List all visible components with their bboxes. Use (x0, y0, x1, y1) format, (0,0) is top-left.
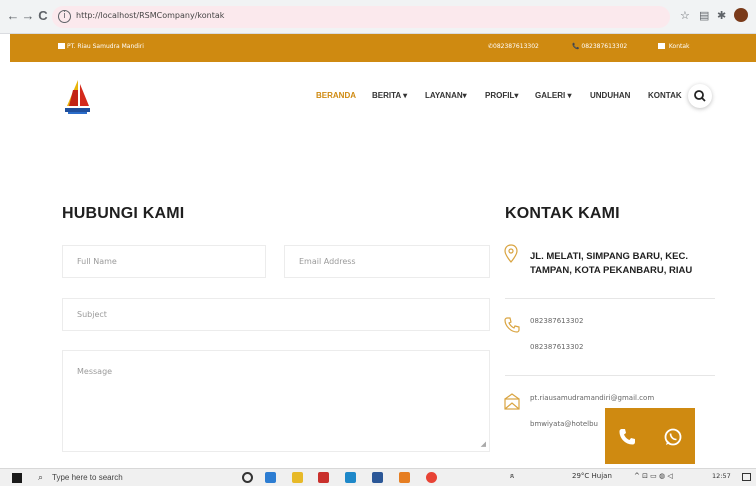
extensions-icon[interactable]: ✱ (717, 9, 726, 22)
weather-status[interactable]: 29°C Hujan (572, 472, 612, 480)
nav-beranda[interactable]: BERANDA (316, 91, 356, 100)
whatsapp-button-icon[interactable] (663, 427, 683, 447)
message-textarea[interactable]: Message ◢ (62, 350, 490, 452)
address-bar[interactable]: i http://localhost/RSMCompany/kontak (52, 6, 670, 28)
edge-icon[interactable] (345, 472, 356, 483)
contact-title: KONTAK KAMI (505, 205, 620, 222)
mail-icon (658, 43, 665, 49)
forward-icon[interactable]: → (21, 8, 35, 23)
search-icon: ⌕ (38, 472, 44, 482)
screen: ← → C i http://localhost/RSMCompany/kont… (0, 0, 756, 486)
reader-icon[interactable]: ▤ (699, 9, 709, 22)
nav-layanan[interactable]: LAYANAN▾ (425, 91, 467, 100)
profile-avatar[interactable] (734, 8, 748, 22)
location-pin-icon (504, 244, 518, 263)
address-line-2: TAMPAN, KOTA PEKANBARU, RIAU (530, 265, 693, 276)
nav-kontak[interactable]: KONTAK (648, 91, 682, 100)
windows-start-icon[interactable] (12, 473, 22, 483)
subject-placeholder: Subject (77, 310, 107, 319)
contact-email-1[interactable]: pt.riausamudramandiri@gmail.com (530, 394, 654, 402)
message-placeholder: Message (77, 367, 113, 376)
company-name: PT. Riau Samudra Mandiri (58, 43, 144, 50)
fullname-placeholder: Full Name (77, 257, 117, 266)
subject-input[interactable]: Subject (62, 298, 490, 331)
floating-contact-buttons (605, 408, 695, 464)
address-line-1: JL. MELATI, SIMPANG BARU, KEC. (530, 251, 688, 262)
word-icon[interactable] (372, 472, 383, 483)
site-info-icon[interactable]: i (58, 10, 71, 23)
tray-icons[interactable]: ^ ⊡ ▭ ◍ ◁ (634, 472, 673, 480)
browser-toolbar: ← → C i http://localhost/RSMCompany/kont… (0, 0, 756, 34)
search-button[interactable] (688, 84, 712, 108)
kontak-link[interactable]: Kontak (658, 43, 690, 50)
nav-galeri[interactable]: GALERI ▾ (535, 91, 571, 100)
form-title: HUBUNGI KAMI (62, 205, 185, 222)
email-placeholder: Email Address (299, 257, 356, 266)
divider (505, 298, 715, 299)
building-icon (58, 43, 65, 49)
clock[interactable]: 12:57 (712, 472, 731, 480)
phone-number[interactable]: 📞 082387613302 (572, 43, 627, 50)
url-text: http://localhost/RSMCompany/kontak (76, 11, 225, 20)
search-icon (694, 90, 706, 102)
kontak-link-text: Kontak (668, 43, 690, 50)
app-icon[interactable] (318, 472, 329, 483)
app-icon[interactable] (399, 472, 410, 483)
whatsapp-number[interactable]: ✆082387613302 (488, 43, 539, 50)
nav-berita[interactable]: BERITA ▾ (372, 91, 407, 100)
back-icon[interactable]: ← (6, 8, 20, 23)
email-input[interactable]: Email Address (284, 245, 490, 278)
call-button-icon[interactable] (618, 428, 636, 446)
nav-unduhan[interactable]: UNDUHAN (590, 91, 630, 100)
nav-profil[interactable]: PROFIL▾ (485, 91, 518, 100)
taskbar-search[interactable]: ⌕ Type here to search (34, 470, 234, 486)
divider (505, 375, 715, 376)
taskbar-search-text: Type here to search (52, 473, 123, 482)
notification-icon[interactable] (742, 473, 751, 481)
top-info-bar: PT. Riau Samudra Mandiri ✆082387613302 📞… (10, 34, 756, 62)
cortana-icon[interactable] (242, 472, 253, 483)
contact-phone-2[interactable]: 082387613302 (530, 343, 583, 351)
chrome-icon[interactable] (426, 472, 437, 483)
star-icon[interactable]: ☆ (680, 9, 690, 22)
people-icon[interactable]: ጸ (510, 472, 514, 481)
reload-icon[interactable]: C (36, 8, 50, 23)
contact-email-2[interactable]: bmwiyata@hotelbu (530, 420, 598, 428)
contact-phone-1[interactable]: 082387613302 (530, 317, 583, 325)
phone-icon (504, 317, 520, 333)
company-logo[interactable] (62, 78, 92, 116)
envelope-icon (504, 393, 520, 410)
company-name-text: PT. Riau Samudra Mandiri (67, 43, 144, 50)
task-view-icon[interactable] (265, 472, 276, 483)
whatsapp-number-text: 082387613302 (493, 43, 539, 50)
resize-handle-icon[interactable]: ◢ (481, 440, 486, 448)
fullname-input[interactable]: Full Name (62, 245, 266, 278)
phone-number-text: 082387613302 (581, 43, 628, 50)
file-explorer-icon[interactable] (292, 472, 303, 483)
taskbar: ⌕ Type here to search ጸ 29°C Hujan ^ ⊡ ▭… (0, 468, 756, 486)
